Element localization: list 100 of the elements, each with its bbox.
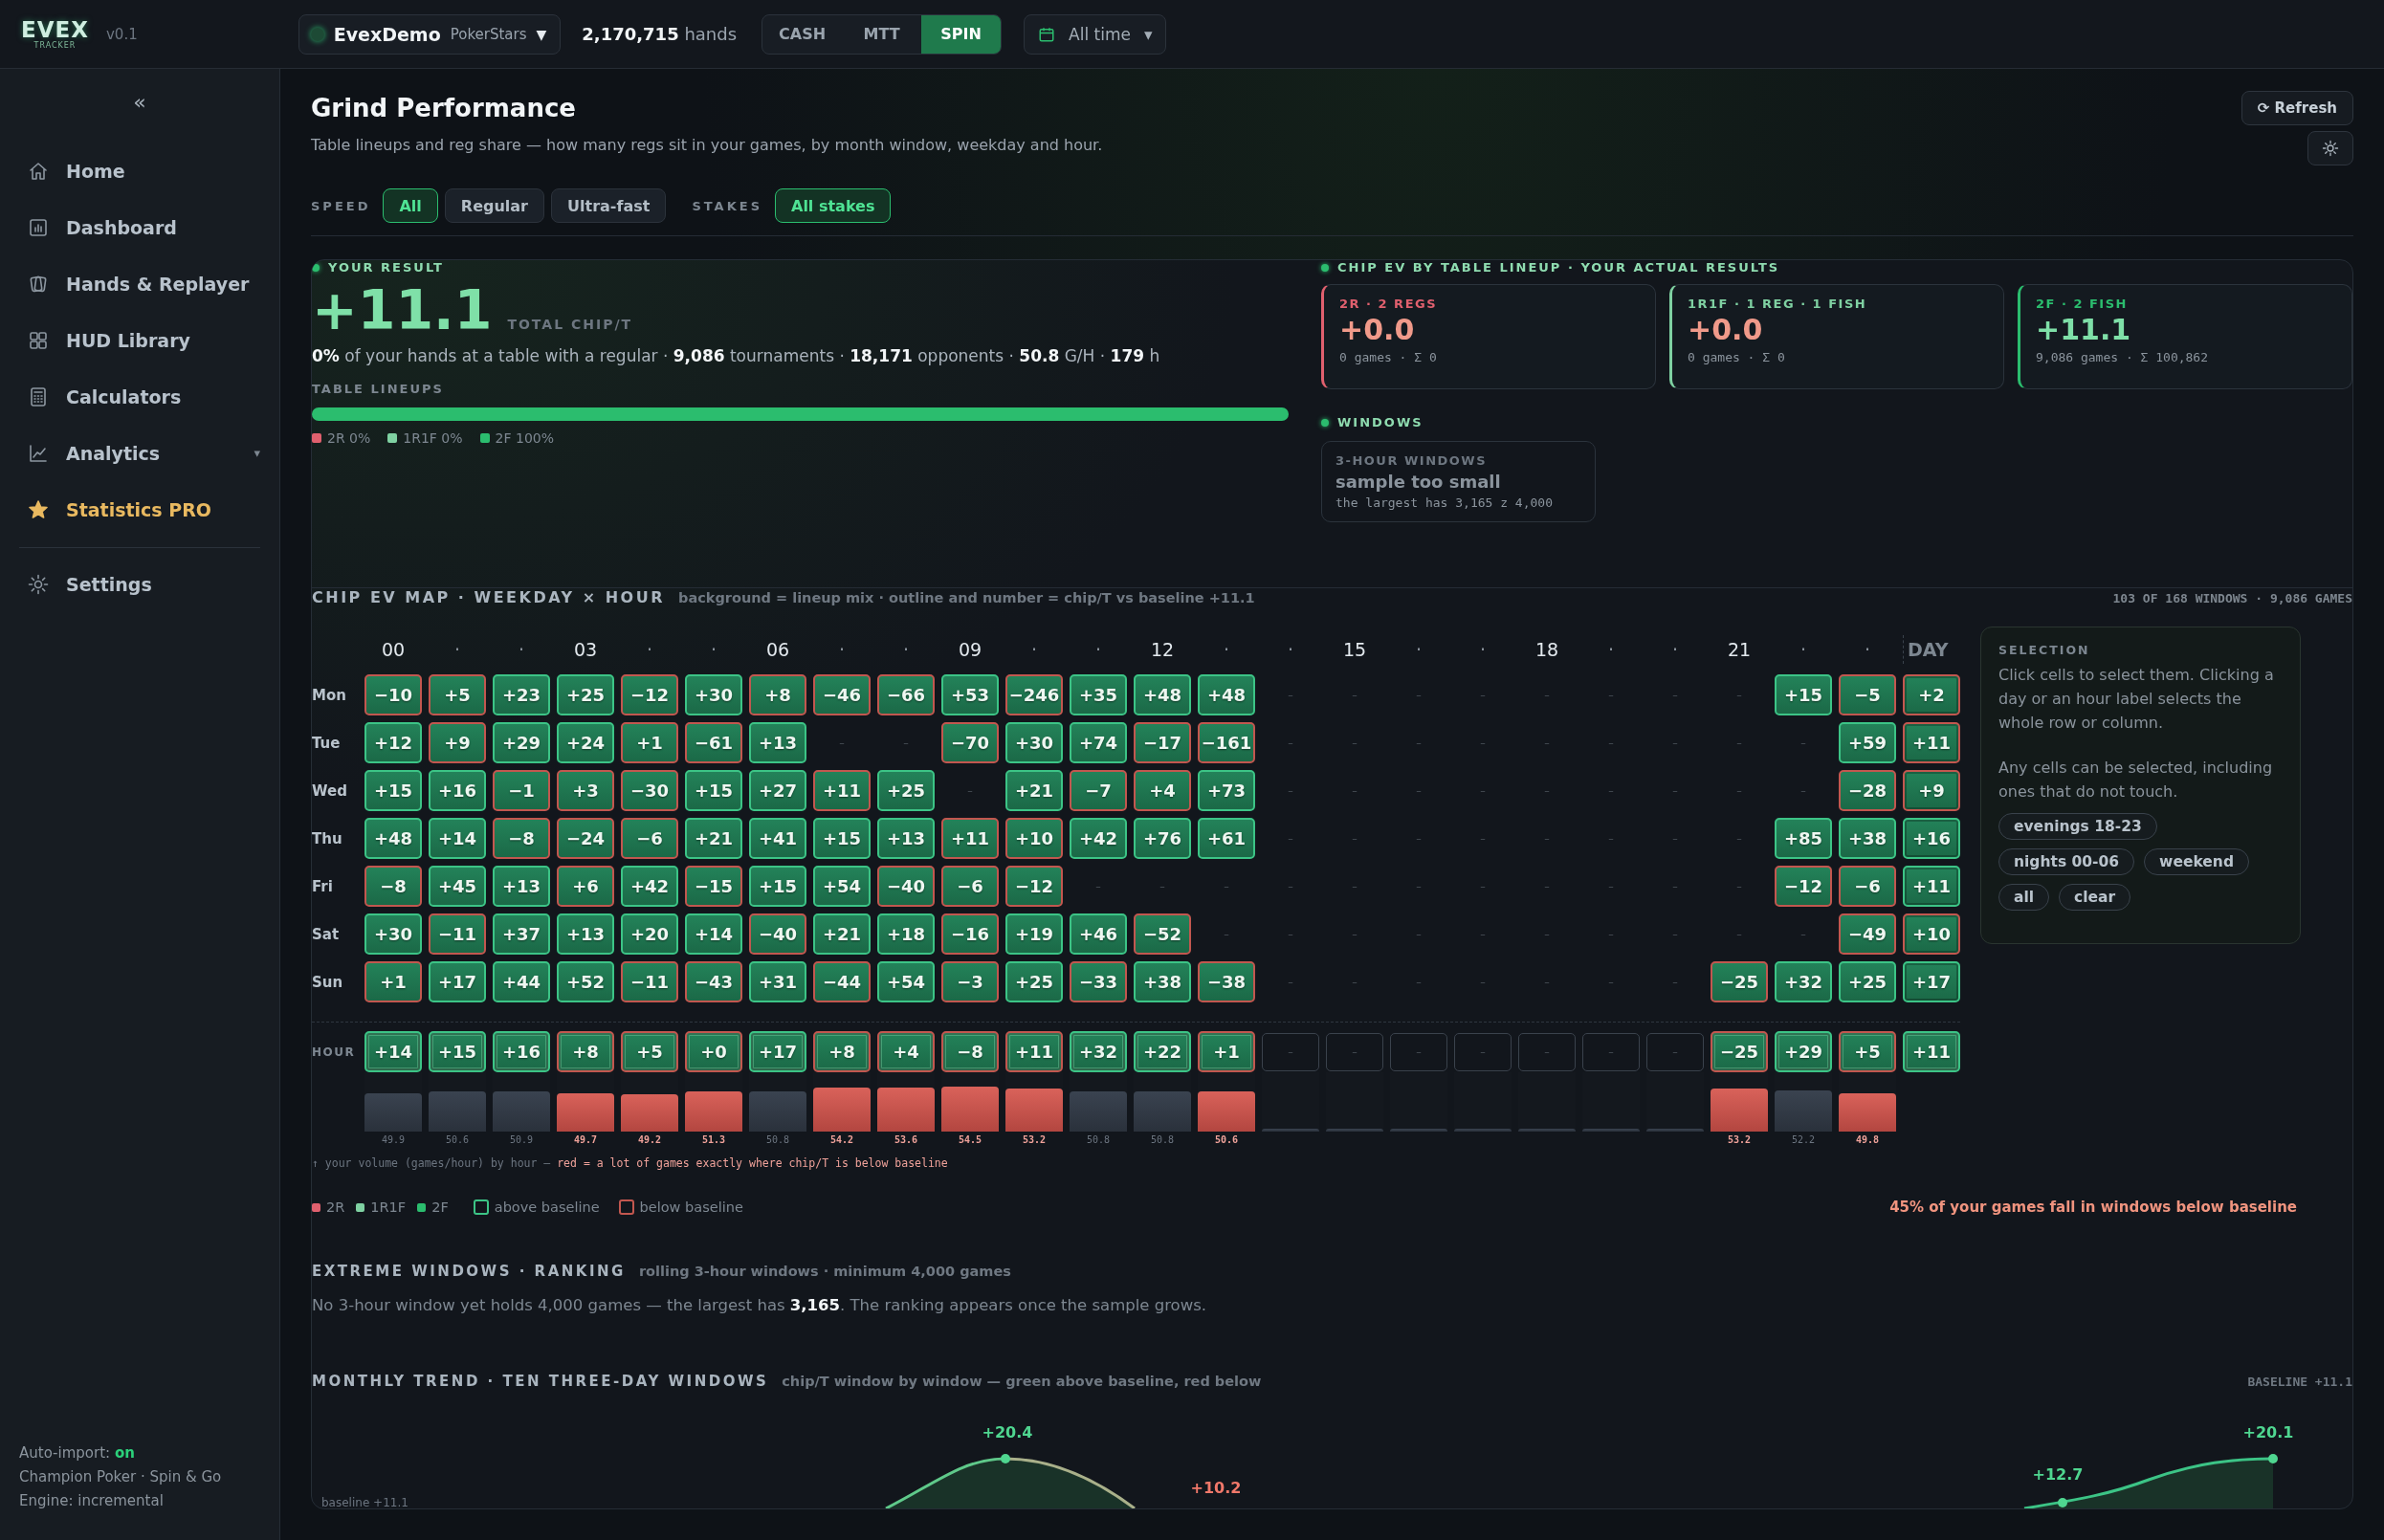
hour-column-label[interactable]: ·: [493, 635, 550, 664]
heatmap-cell[interactable]: −11: [429, 913, 486, 955]
heatmap-cell[interactable]: +38: [1134, 961, 1191, 1002]
heatmap-cell[interactable]: +31: [749, 961, 806, 1002]
heatmap-cell[interactable]: +54: [813, 866, 871, 907]
refresh-button[interactable]: ⟳ Refresh: [2241, 91, 2353, 125]
heatmap-cell[interactable]: +21: [813, 913, 871, 955]
hour-column-label[interactable]: 15: [1326, 635, 1383, 664]
collapse-button[interactable]: «: [133, 90, 146, 114]
heatmap-cell[interactable]: +14: [429, 818, 486, 859]
hour-column-label[interactable]: 18: [1518, 635, 1576, 664]
hour-column-label[interactable]: 03: [557, 635, 614, 664]
heatmap-cell[interactable]: −24: [557, 818, 614, 859]
heatmap-cell[interactable]: +6: [557, 866, 614, 907]
heatmap-cell[interactable]: +21: [1005, 770, 1063, 811]
hour-column-label[interactable]: 06: [749, 635, 806, 664]
heatmap-cell[interactable]: +48: [1198, 674, 1255, 715]
heatmap-cell[interactable]: −3: [941, 961, 999, 1002]
heatmap-cell[interactable]: −46: [813, 674, 871, 715]
heatmap-cell[interactable]: +24: [557, 722, 614, 763]
preset-chip[interactable]: all: [1998, 884, 2050, 911]
heatmap-cell[interactable]: +15: [685, 770, 742, 811]
hour-total-cell[interactable]: +32: [1070, 1031, 1127, 1072]
day-total-cell[interactable]: +2: [1903, 674, 1960, 715]
hour-column-label[interactable]: 12: [1134, 635, 1191, 664]
account-selector[interactable]: EvexDemo PokerStars ▼: [298, 13, 562, 55]
heatmap-cell[interactable]: +37: [493, 913, 550, 955]
day-total-cell[interactable]: +16: [1903, 818, 1960, 859]
heatmap-cell[interactable]: +42: [621, 866, 678, 907]
day-label[interactable]: Sat: [312, 925, 358, 943]
nav-item[interactable]: Settings: [19, 556, 260, 612]
day-total-cell[interactable]: +11: [1903, 722, 1960, 763]
heatmap-cell[interactable]: −25: [1711, 961, 1768, 1002]
heatmap-cell[interactable]: −70: [941, 722, 999, 763]
hour-column-label[interactable]: 00: [364, 635, 422, 664]
heatmap-cell[interactable]: −17: [1134, 722, 1191, 763]
heatmap-cell[interactable]: +14: [685, 913, 742, 955]
heatmap-cell[interactable]: +1: [364, 961, 422, 1002]
heatmap-cell[interactable]: −33: [1070, 961, 1127, 1002]
day-label[interactable]: Thu: [312, 829, 358, 847]
heatmap-cell[interactable]: +25: [557, 674, 614, 715]
hour-total-cell[interactable]: +5: [1839, 1031, 1896, 1072]
heatmap-cell[interactable]: +15: [813, 818, 871, 859]
nav-item[interactable]: Dashboard: [19, 199, 260, 255]
day-label[interactable]: Fri: [312, 877, 358, 895]
nav-item[interactable]: Analytics ▾: [19, 425, 260, 481]
heatmap-cell[interactable]: +85: [1775, 818, 1832, 859]
mode-tab[interactable]: SPIN: [921, 14, 1002, 54]
hour-column-label[interactable]: ·: [1646, 635, 1704, 664]
hour-total-cell[interactable]: +22: [1134, 1031, 1191, 1072]
heatmap-cell[interactable]: −12: [1775, 866, 1832, 907]
heatmap-cell[interactable]: −30: [621, 770, 678, 811]
nav-item[interactable]: HUD Library: [19, 312, 260, 368]
heatmap-cell[interactable]: +25: [1005, 961, 1063, 1002]
heatmap-cell[interactable]: +21: [685, 818, 742, 859]
hour-column-label[interactable]: ·: [877, 635, 935, 664]
hour-totals-heading[interactable]: HOUR: [312, 1045, 358, 1059]
theme-toggle-button[interactable]: [2307, 131, 2353, 165]
heatmap-cell[interactable]: −52: [1134, 913, 1191, 955]
heatmap-cell[interactable]: −28: [1839, 770, 1896, 811]
heatmap-cell[interactable]: −12: [621, 674, 678, 715]
heatmap-cell[interactable]: +44: [493, 961, 550, 1002]
hour-column-label[interactable]: ·: [1198, 635, 1255, 664]
hour-total-cell[interactable]: −8: [941, 1031, 999, 1072]
hour-total-cell[interactable]: +15: [429, 1031, 486, 1072]
hour-column-label[interactable]: ·: [621, 635, 678, 664]
heatmap-cell[interactable]: +1: [621, 722, 678, 763]
hour-total-cell[interactable]: +11: [1005, 1031, 1063, 1072]
day-total-cell[interactable]: +10: [1903, 913, 1960, 955]
heatmap-cell[interactable]: +74: [1070, 722, 1127, 763]
heatmap-cell[interactable]: −49: [1839, 913, 1896, 955]
nav-item[interactable]: Statistics PRO: [19, 481, 260, 538]
heatmap-cell[interactable]: +27: [749, 770, 806, 811]
heatmap-cell[interactable]: +46: [1070, 913, 1127, 955]
heatmap-cell[interactable]: −6: [1839, 866, 1896, 907]
heatmap-cell[interactable]: −15: [685, 866, 742, 907]
day-label[interactable]: Wed: [312, 781, 358, 800]
nav-item[interactable]: Calculators: [19, 368, 260, 425]
heatmap-cell[interactable]: +25: [877, 770, 935, 811]
filter-chip[interactable]: All stakes: [775, 188, 892, 223]
heatmap-cell[interactable]: +76: [1134, 818, 1191, 859]
heatmap-cell[interactable]: +8: [749, 674, 806, 715]
heatmap-cell[interactable]: +38: [1839, 818, 1896, 859]
hour-column-label[interactable]: ·: [1070, 635, 1127, 664]
heatmap-cell[interactable]: +20: [621, 913, 678, 955]
heatmap-cell[interactable]: +29: [493, 722, 550, 763]
heatmap-cell[interactable]: −61: [685, 722, 742, 763]
hour-column-label[interactable]: ·: [1454, 635, 1512, 664]
heatmap-cell[interactable]: +25: [1839, 961, 1896, 1002]
heatmap-cell[interactable]: −16: [941, 913, 999, 955]
heatmap-cell[interactable]: +54: [877, 961, 935, 1002]
heatmap-cell[interactable]: +19: [1005, 913, 1063, 955]
heatmap-cell[interactable]: +17: [429, 961, 486, 1002]
heatmap-cell[interactable]: −43: [685, 961, 742, 1002]
heatmap-cell[interactable]: +5: [429, 674, 486, 715]
heatmap-cell[interactable]: +12: [364, 722, 422, 763]
heatmap-cell[interactable]: +15: [749, 866, 806, 907]
hour-total-cell[interactable]: +4: [877, 1031, 935, 1072]
heatmap-cell[interactable]: +42: [1070, 818, 1127, 859]
day-label[interactable]: Tue: [312, 734, 358, 752]
